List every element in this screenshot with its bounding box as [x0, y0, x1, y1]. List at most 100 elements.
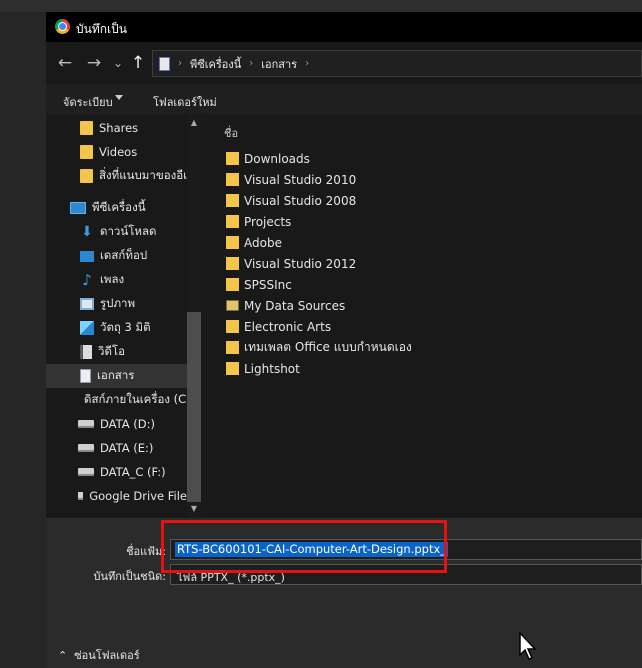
- sidebar-item-label: เดสก์ท็อป: [100, 248, 148, 262]
- sidebar-item-label: รูปภาพ: [100, 296, 136, 310]
- folder-icon: [226, 257, 239, 270]
- drive-icon: [78, 468, 94, 476]
- folder-icon: [226, 194, 239, 207]
- music-icon: ♪: [82, 271, 92, 289]
- sidebar-item-desktop[interactable]: เดสก์ท็อป: [46, 244, 187, 268]
- sidebar-item-label: Google Drive File: [89, 489, 187, 503]
- filename-label: ชื่อแฟ้ม:: [126, 545, 166, 558]
- list-item-label: เทมเพลต Office แบบกำหนดเอง: [244, 340, 412, 354]
- mouse-cursor-icon: [519, 632, 537, 660]
- list-item[interactable]: Visual Studio 2012: [226, 253, 356, 274]
- list-item[interactable]: เทมเพลต Office แบบกำหนดเอง: [226, 337, 412, 358]
- list-item[interactable]: My Data Sources: [226, 295, 345, 316]
- sidebar-item-email-attachments[interactable]: สิ่งที่แนบมาของอีเมล: [46, 164, 187, 188]
- list-item[interactable]: Downloads: [226, 148, 310, 169]
- pictures-icon: [80, 298, 94, 310]
- list-item[interactable]: Projects: [226, 211, 291, 232]
- sidebar-item-data-e[interactable]: DATA (E:): [46, 436, 187, 460]
- save-options-panel: ชื่อแฟ้ม: RTS-BC600101-CAI-Computer-Art-…: [46, 518, 642, 668]
- chevron-down-icon: [115, 95, 123, 100]
- sidebar-item-data-c-f[interactable]: DATA_C (F:): [46, 460, 187, 484]
- address-bar[interactable]: › พีซีเครื่องนี้ › เอกสาร ›: [152, 50, 642, 77]
- list-item[interactable]: SPSSInc: [226, 274, 292, 295]
- column-header-name[interactable]: ชื่อ: [224, 124, 238, 142]
- recent-locations-button[interactable]: ⌄: [107, 52, 129, 74]
- command-toolbar: จัดระเบียบ โฟลเดอร์ใหม่: [46, 84, 642, 114]
- documents-icon: [80, 369, 91, 383]
- folder-icon: [226, 341, 239, 354]
- chevron-up-icon: ⌃: [58, 649, 68, 662]
- sidebar-item-label: Videos: [99, 145, 138, 159]
- sidebar-scrollbar-thumb[interactable]: [187, 312, 201, 502]
- sidebar-item-label: สิ่งที่แนบมาของอีเมล: [99, 168, 187, 182]
- list-item-label: SPSSInc: [244, 277, 292, 292]
- drive-icon: [78, 444, 94, 452]
- list-item-label: Visual Studio 2012: [244, 256, 357, 271]
- folder-icon: [226, 215, 239, 228]
- up-button[interactable]: ↑: [127, 52, 149, 74]
- list-item-label: My Data Sources: [244, 298, 346, 313]
- chrome-icon: [55, 19, 70, 34]
- save-as-type-label: บันทึกเป็นชนิด:: [93, 570, 166, 583]
- video-icon: [80, 345, 92, 359]
- navigation-pane: Shares Videos สิ่งที่แนบมาของอีเมล พีซีเ…: [46, 114, 201, 518]
- sidebar-item-music[interactable]: ♪ เพลง: [46, 268, 187, 292]
- organize-button[interactable]: จัดระเบียบ: [63, 93, 113, 111]
- sidebar-item-videos[interactable]: Videos: [46, 140, 187, 164]
- sidebar-item-shares[interactable]: Shares: [46, 116, 187, 140]
- sidebar-item-documents[interactable]: เอกสาร: [46, 364, 187, 388]
- sidebar-item-data-d[interactable]: DATA (D:): [46, 412, 187, 436]
- folder-icon: [226, 362, 239, 375]
- list-item[interactable]: Visual Studio 2010: [226, 169, 356, 190]
- sidebar-item-label: DATA (E:): [100, 441, 154, 455]
- download-icon: ⬇: [81, 224, 93, 240]
- sidebar-item-local-disk-c[interactable]: ดิสก์ภายในเครื่อง (C:: [46, 388, 187, 412]
- list-item[interactable]: Lightshot: [226, 358, 300, 379]
- sidebar-item-label: วิดีโอ: [98, 344, 126, 358]
- sidebar-item-google-drive[interactable]: Google Drive File: [46, 484, 187, 508]
- background-taskbar-strip: [0, 0, 642, 12]
- save-as-dialog: บันทึกเป็น ← → ⌄ ↑ › พีซีเครื่องนี้ › เอ…: [46, 12, 642, 668]
- list-item-label: Downloads: [244, 151, 310, 166]
- list-item-label: Adobe: [244, 235, 282, 250]
- list-item[interactable]: Adobe: [226, 232, 282, 253]
- list-item-label: Projects: [244, 214, 292, 229]
- sidebar-item-label: เพลง: [100, 272, 125, 286]
- pc-icon: [70, 202, 86, 214]
- breadcrumb-this-pc[interactable]: พีซีเครื่องนี้: [190, 55, 241, 73]
- hide-folders-label: ซ่อนโฟลเดอร์: [74, 649, 140, 662]
- sidebar-item-label: Shares: [99, 121, 139, 135]
- breadcrumb-documents[interactable]: เอกสาร: [261, 55, 297, 73]
- folder-icon: [80, 121, 93, 135]
- breadcrumb-separator: ›: [178, 58, 182, 69]
- list-item[interactable]: Electronic Arts: [226, 316, 331, 337]
- sidebar-item-downloads[interactable]: ⬇ ดาวน์โหลด: [46, 220, 187, 244]
- sidebar-item-label: วัตถุ 3 มิติ: [100, 320, 151, 334]
- folder-icon: [226, 320, 239, 333]
- list-item[interactable]: Visual Studio 2008: [226, 190, 356, 211]
- sidebar-item-this-pc[interactable]: พีซีเครื่องนี้: [46, 196, 187, 220]
- hide-folders-button[interactable]: ⌃ ซ่อนโฟลเดอร์: [58, 646, 140, 664]
- scroll-down-icon[interactable]: ▼: [187, 502, 201, 516]
- sidebar-item-3d-objects[interactable]: วัตถุ 3 มิติ: [46, 316, 187, 340]
- folder-icon: [226, 278, 239, 291]
- breadcrumb-separator: ›: [305, 58, 310, 69]
- forward-button[interactable]: →: [83, 52, 105, 74]
- sidebar-item-pictures[interactable]: รูปภาพ: [46, 292, 187, 316]
- sidebar-item-label: เอกสาร: [97, 368, 135, 382]
- list-item-label: Visual Studio 2010: [244, 172, 357, 187]
- folder-icon: [226, 152, 239, 165]
- sidebar-item-label: DATA (D:): [100, 417, 155, 431]
- back-button[interactable]: ←: [54, 52, 76, 74]
- folder-icon: [80, 145, 93, 159]
- drive-icon: [78, 492, 84, 500]
- sidebar-item-label: ดิสก์ภายในเครื่อง (C:: [84, 392, 187, 406]
- sidebar-item-video[interactable]: วิดีโอ: [46, 340, 187, 364]
- folder-icon: [80, 169, 93, 183]
- scroll-up-icon[interactable]: ▲: [187, 116, 201, 130]
- background-app-area: [0, 12, 46, 668]
- highlight-annotation-box: [161, 520, 447, 573]
- new-folder-button[interactable]: โฟลเดอร์ใหม่: [153, 93, 217, 111]
- sidebar-item-label: DATA_C (F:): [100, 465, 166, 479]
- sidebar-item-label: พีซีเครื่องนี้: [92, 200, 146, 214]
